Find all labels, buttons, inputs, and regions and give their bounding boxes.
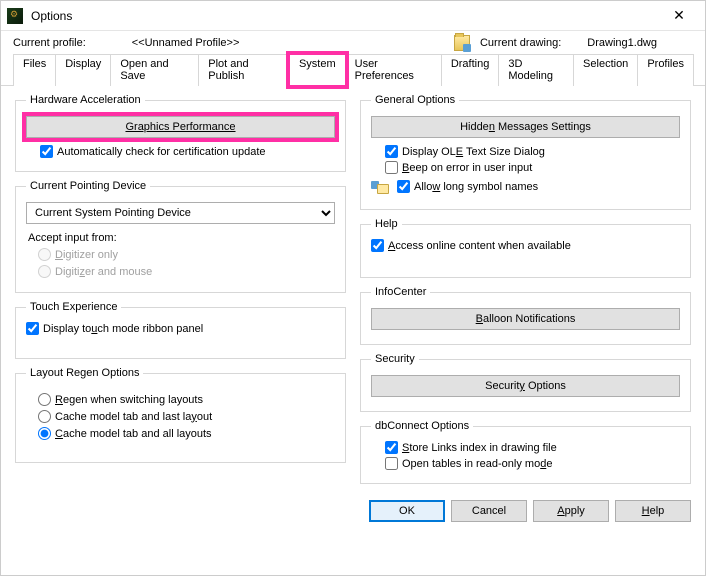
tab-files[interactable]: Files [13, 54, 56, 86]
digitizer-only-radio [38, 248, 51, 261]
legend-security: Security [371, 353, 419, 365]
tab-display[interactable]: Display [55, 54, 111, 86]
help-button[interactable]: Help [615, 500, 691, 522]
legend-infocenter: InfoCenter [371, 286, 430, 298]
window-title: Options [31, 9, 659, 23]
tab-open-and-save[interactable]: Open and Save [110, 54, 199, 86]
legend-current-pointing-device: Current Pointing Device [26, 180, 150, 192]
tab-drafting[interactable]: Drafting [441, 54, 500, 86]
pointing-device-select[interactable]: Current System Pointing Device [26, 202, 335, 224]
group-general-options: General Options Hidden Messages Settings… [360, 94, 691, 210]
cancel-button[interactable]: Cancel [451, 500, 527, 522]
legend-general-options: General Options [371, 94, 459, 106]
tab-system[interactable]: System [289, 54, 346, 86]
graphics-performance-button[interactable]: Graphics Performance [26, 116, 335, 138]
current-drawing-value: Drawing1.dwg [587, 37, 657, 49]
beep-error-checkbox[interactable] [385, 161, 398, 174]
touch-ribbon-label: Display touch mode ribbon panel [43, 323, 203, 335]
allow-long-names-label: Allow long symbol names [414, 181, 538, 193]
store-links-checkbox[interactable] [385, 441, 398, 454]
group-current-pointing-device: Current Pointing Device Current System P… [15, 180, 346, 293]
touch-ribbon-checkbox[interactable] [26, 322, 39, 335]
group-help: Help Access online content when availabl… [360, 218, 691, 278]
legend-layout-regen: Layout Regen Options [26, 367, 143, 379]
current-drawing-label: Current drawing: [480, 37, 561, 49]
allow-long-names-icon [371, 179, 387, 195]
group-security: Security Security Options [360, 353, 691, 412]
open-readonly-label: Open tables in read-only mode [402, 458, 552, 470]
tab-strip: Files Display Open and Save Plot and Pub… [1, 53, 705, 86]
legend-help: Help [371, 218, 402, 230]
auto-cert-update-checkbox[interactable] [40, 145, 53, 158]
current-profile-value: <<Unnamed Profile>> [132, 37, 240, 49]
security-options-button[interactable]: Security Options [371, 375, 680, 397]
regen-switch-radio[interactable] [38, 393, 51, 406]
group-layout-regen-options: Layout Regen Options Regen when switchin… [15, 367, 346, 463]
accept-input-from-label: Accept input from: [28, 232, 335, 244]
balloon-notifications-button[interactable]: Balloon Notifications [371, 308, 680, 330]
group-touch-experience: Touch Experience Display touch mode ribb… [15, 301, 346, 359]
ok-button[interactable]: OK [369, 500, 445, 522]
online-content-label: Access online content when available [388, 240, 571, 252]
online-content-checkbox[interactable] [371, 239, 384, 252]
group-dbconnect-options: dbConnect Options Store Links index in d… [360, 420, 691, 484]
apply-button[interactable]: Apply [533, 500, 609, 522]
group-infocenter: InfoCenter Balloon Notifications [360, 286, 691, 345]
digitizer-and-mouse-label: Digitizer and mouse [55, 266, 152, 278]
cache-all-label: Cache model tab and all layouts [55, 428, 212, 440]
legend-touch-experience: Touch Experience [26, 301, 121, 313]
drawing-folder-icon [454, 35, 470, 51]
tab-user-preferences[interactable]: User Preferences [345, 54, 442, 86]
regen-switch-label: Regen when switching layouts [55, 394, 203, 406]
tab-profiles[interactable]: Profiles [637, 54, 694, 86]
digitizer-only-label: Digitizer only [55, 249, 118, 261]
tab-3d-modeling[interactable]: 3D Modeling [498, 54, 574, 86]
auto-cert-update-label: Automatically check for certification up… [57, 146, 266, 158]
legend-dbconnect: dbConnect Options [371, 420, 473, 432]
app-icon [7, 8, 23, 24]
allow-long-names-checkbox[interactable] [397, 180, 410, 193]
cache-last-label: Cache model tab and last layout [55, 411, 212, 423]
ole-text-checkbox[interactable] [385, 145, 398, 158]
ole-text-label: Display OLE Text Size Dialog [402, 146, 545, 158]
tab-plot-and-publish[interactable]: Plot and Publish [198, 54, 290, 86]
open-readonly-checkbox[interactable] [385, 457, 398, 470]
hidden-messages-button[interactable]: Hidden Messages Settings [371, 116, 680, 138]
current-profile-label: Current profile: [13, 37, 86, 49]
legend-hardware-acceleration: Hardware Acceleration [26, 94, 145, 106]
cache-all-radio[interactable] [38, 427, 51, 440]
tab-selection[interactable]: Selection [573, 54, 638, 86]
digitizer-and-mouse-radio [38, 265, 51, 278]
store-links-label: Store Links index in drawing file [402, 442, 557, 454]
cache-last-radio[interactable] [38, 410, 51, 423]
beep-error-label: Beep on error in user input [402, 162, 532, 174]
group-hardware-acceleration: Hardware Acceleration Graphics Performan… [15, 94, 346, 172]
close-icon[interactable]: ✕ [659, 7, 699, 24]
